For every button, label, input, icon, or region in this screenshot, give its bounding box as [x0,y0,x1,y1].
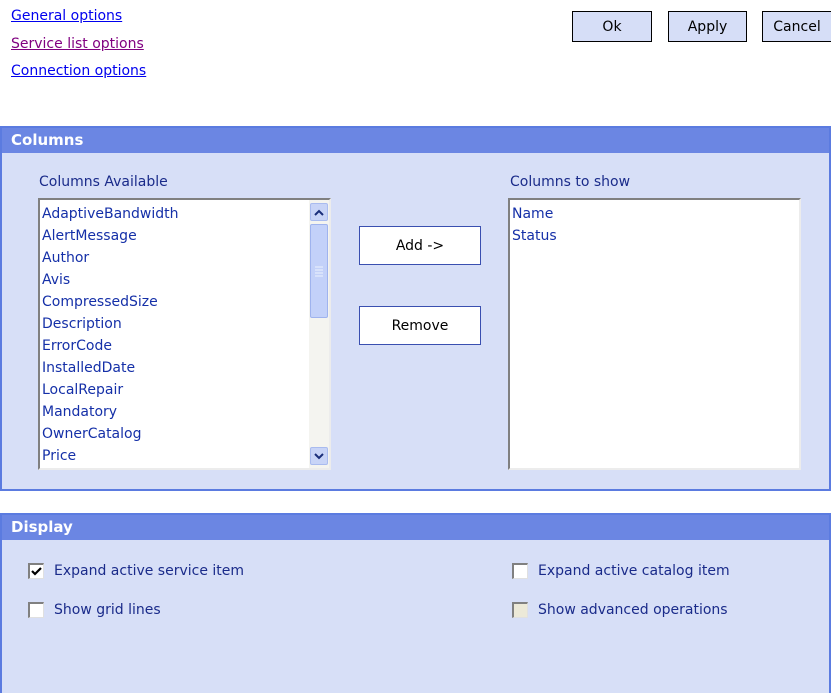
columns-to-show-items: Name Status [510,200,799,247]
columns-to-show-label: Columns to show [510,174,631,190]
show-advanced-operations-label: Show advanced operations [538,602,728,618]
show-grid-lines-label: Show grid lines [54,602,161,618]
expand-active-service-item-option[interactable]: Expand active service item [28,563,244,579]
list-item[interactable]: ErrorCode [40,335,309,357]
nav-link-connection-options[interactable]: Connection options [11,63,146,79]
arrow-up-icon [314,209,324,216]
list-item[interactable]: Author [40,247,309,269]
add-column-button[interactable]: Add -> [359,226,481,265]
show-grid-lines-checkbox[interactable] [28,602,44,618]
grip-icon [315,266,323,277]
list-item[interactable]: Name [510,203,799,225]
list-item[interactable]: LocalRepair [40,379,309,401]
nav-link-general-options[interactable]: General options [11,8,122,24]
list-item[interactable]: CompressedSize [40,291,309,313]
columns-available-items: AdaptiveBandwidth AlertMessage Author Av… [40,200,329,467]
arrow-down-icon [314,452,324,459]
show-advanced-operations-option[interactable]: Show advanced operations [512,602,728,618]
remove-column-button[interactable]: Remove [359,306,481,345]
list-item[interactable]: OwnerCatalog [40,423,309,445]
show-grid-lines-option[interactable]: Show grid lines [28,602,161,618]
list-item[interactable]: Avis [40,269,309,291]
list-item[interactable]: Mandatory [40,401,309,423]
scroll-up-button[interactable] [310,203,328,221]
list-item[interactable]: Status [510,225,799,247]
list-item[interactable]: Description [40,313,309,335]
list-item[interactable]: AdaptiveBandwidth [40,203,309,225]
columns-panel: Columns Columns Available Columns to sho… [0,126,831,491]
columns-available-listbox[interactable]: AdaptiveBandwidth AlertMessage Author Av… [38,198,331,470]
list-item[interactable]: AlertMessage [40,225,309,247]
apply-button[interactable]: Apply [668,11,747,42]
expand-active-service-item-label: Expand active service item [54,563,245,579]
scroll-thumb[interactable] [310,224,328,318]
list-item[interactable]: Price [40,445,309,467]
columns-to-show-listbox[interactable]: Name Status [508,198,801,470]
display-panel: Display Expand active service item Expan… [0,513,831,693]
cancel-button[interactable]: Cancel [762,11,831,42]
scroll-down-button[interactable] [310,447,328,465]
columns-available-label: Columns Available [39,174,168,190]
checkmark-icon [31,567,42,576]
columns-available-scrollbar[interactable] [309,200,329,468]
expand-active-catalog-item-label: Expand active catalog item [538,563,730,579]
show-advanced-operations-checkbox[interactable] [512,602,528,618]
expand-active-catalog-item-checkbox[interactable] [512,563,528,579]
ok-button[interactable]: Ok [572,11,652,42]
expand-active-service-item-checkbox[interactable] [28,563,44,579]
nav-link-service-list-options[interactable]: Service list options [11,36,144,52]
columns-panel-title: Columns [2,128,829,153]
expand-active-catalog-item-option[interactable]: Expand active catalog item [512,563,730,579]
display-panel-title: Display [2,515,829,540]
list-item[interactable]: InstalledDate [40,357,309,379]
